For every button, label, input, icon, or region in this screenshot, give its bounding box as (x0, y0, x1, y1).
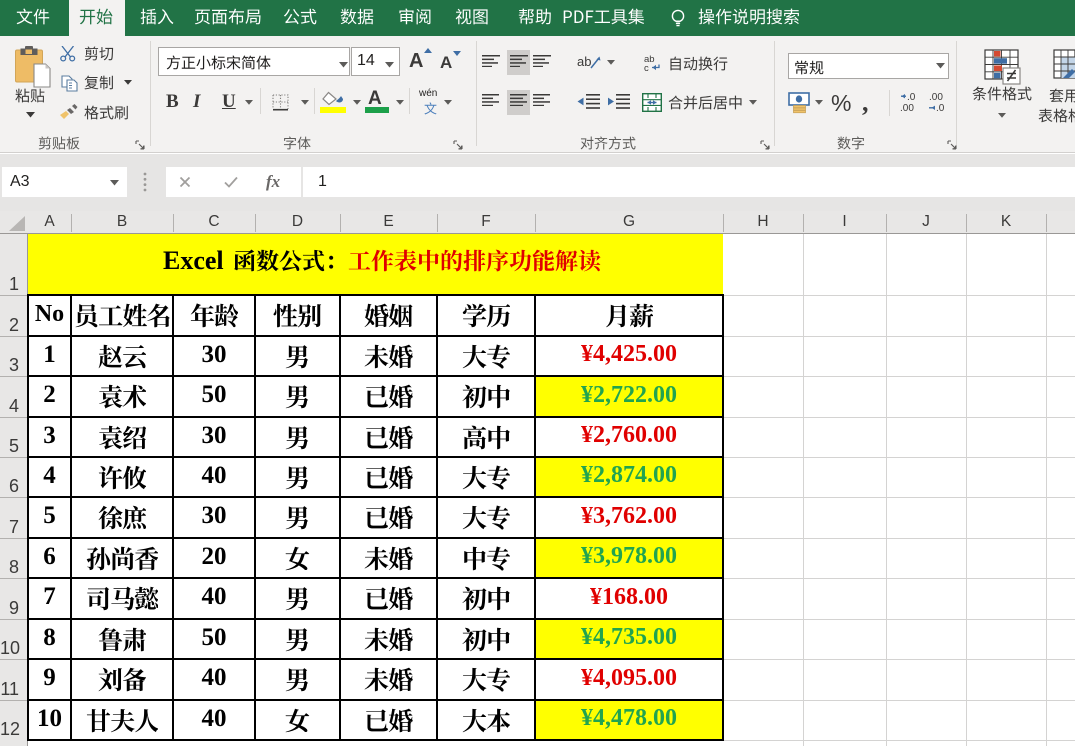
svg-text:.0: .0 (907, 92, 916, 103)
svg-text:.00: .00 (929, 92, 943, 103)
svg-text:.0: .0 (936, 103, 945, 114)
svg-text:ab: ab (577, 54, 591, 69)
svg-text:.00: .00 (900, 103, 914, 114)
svg-text:c: c (644, 63, 649, 73)
